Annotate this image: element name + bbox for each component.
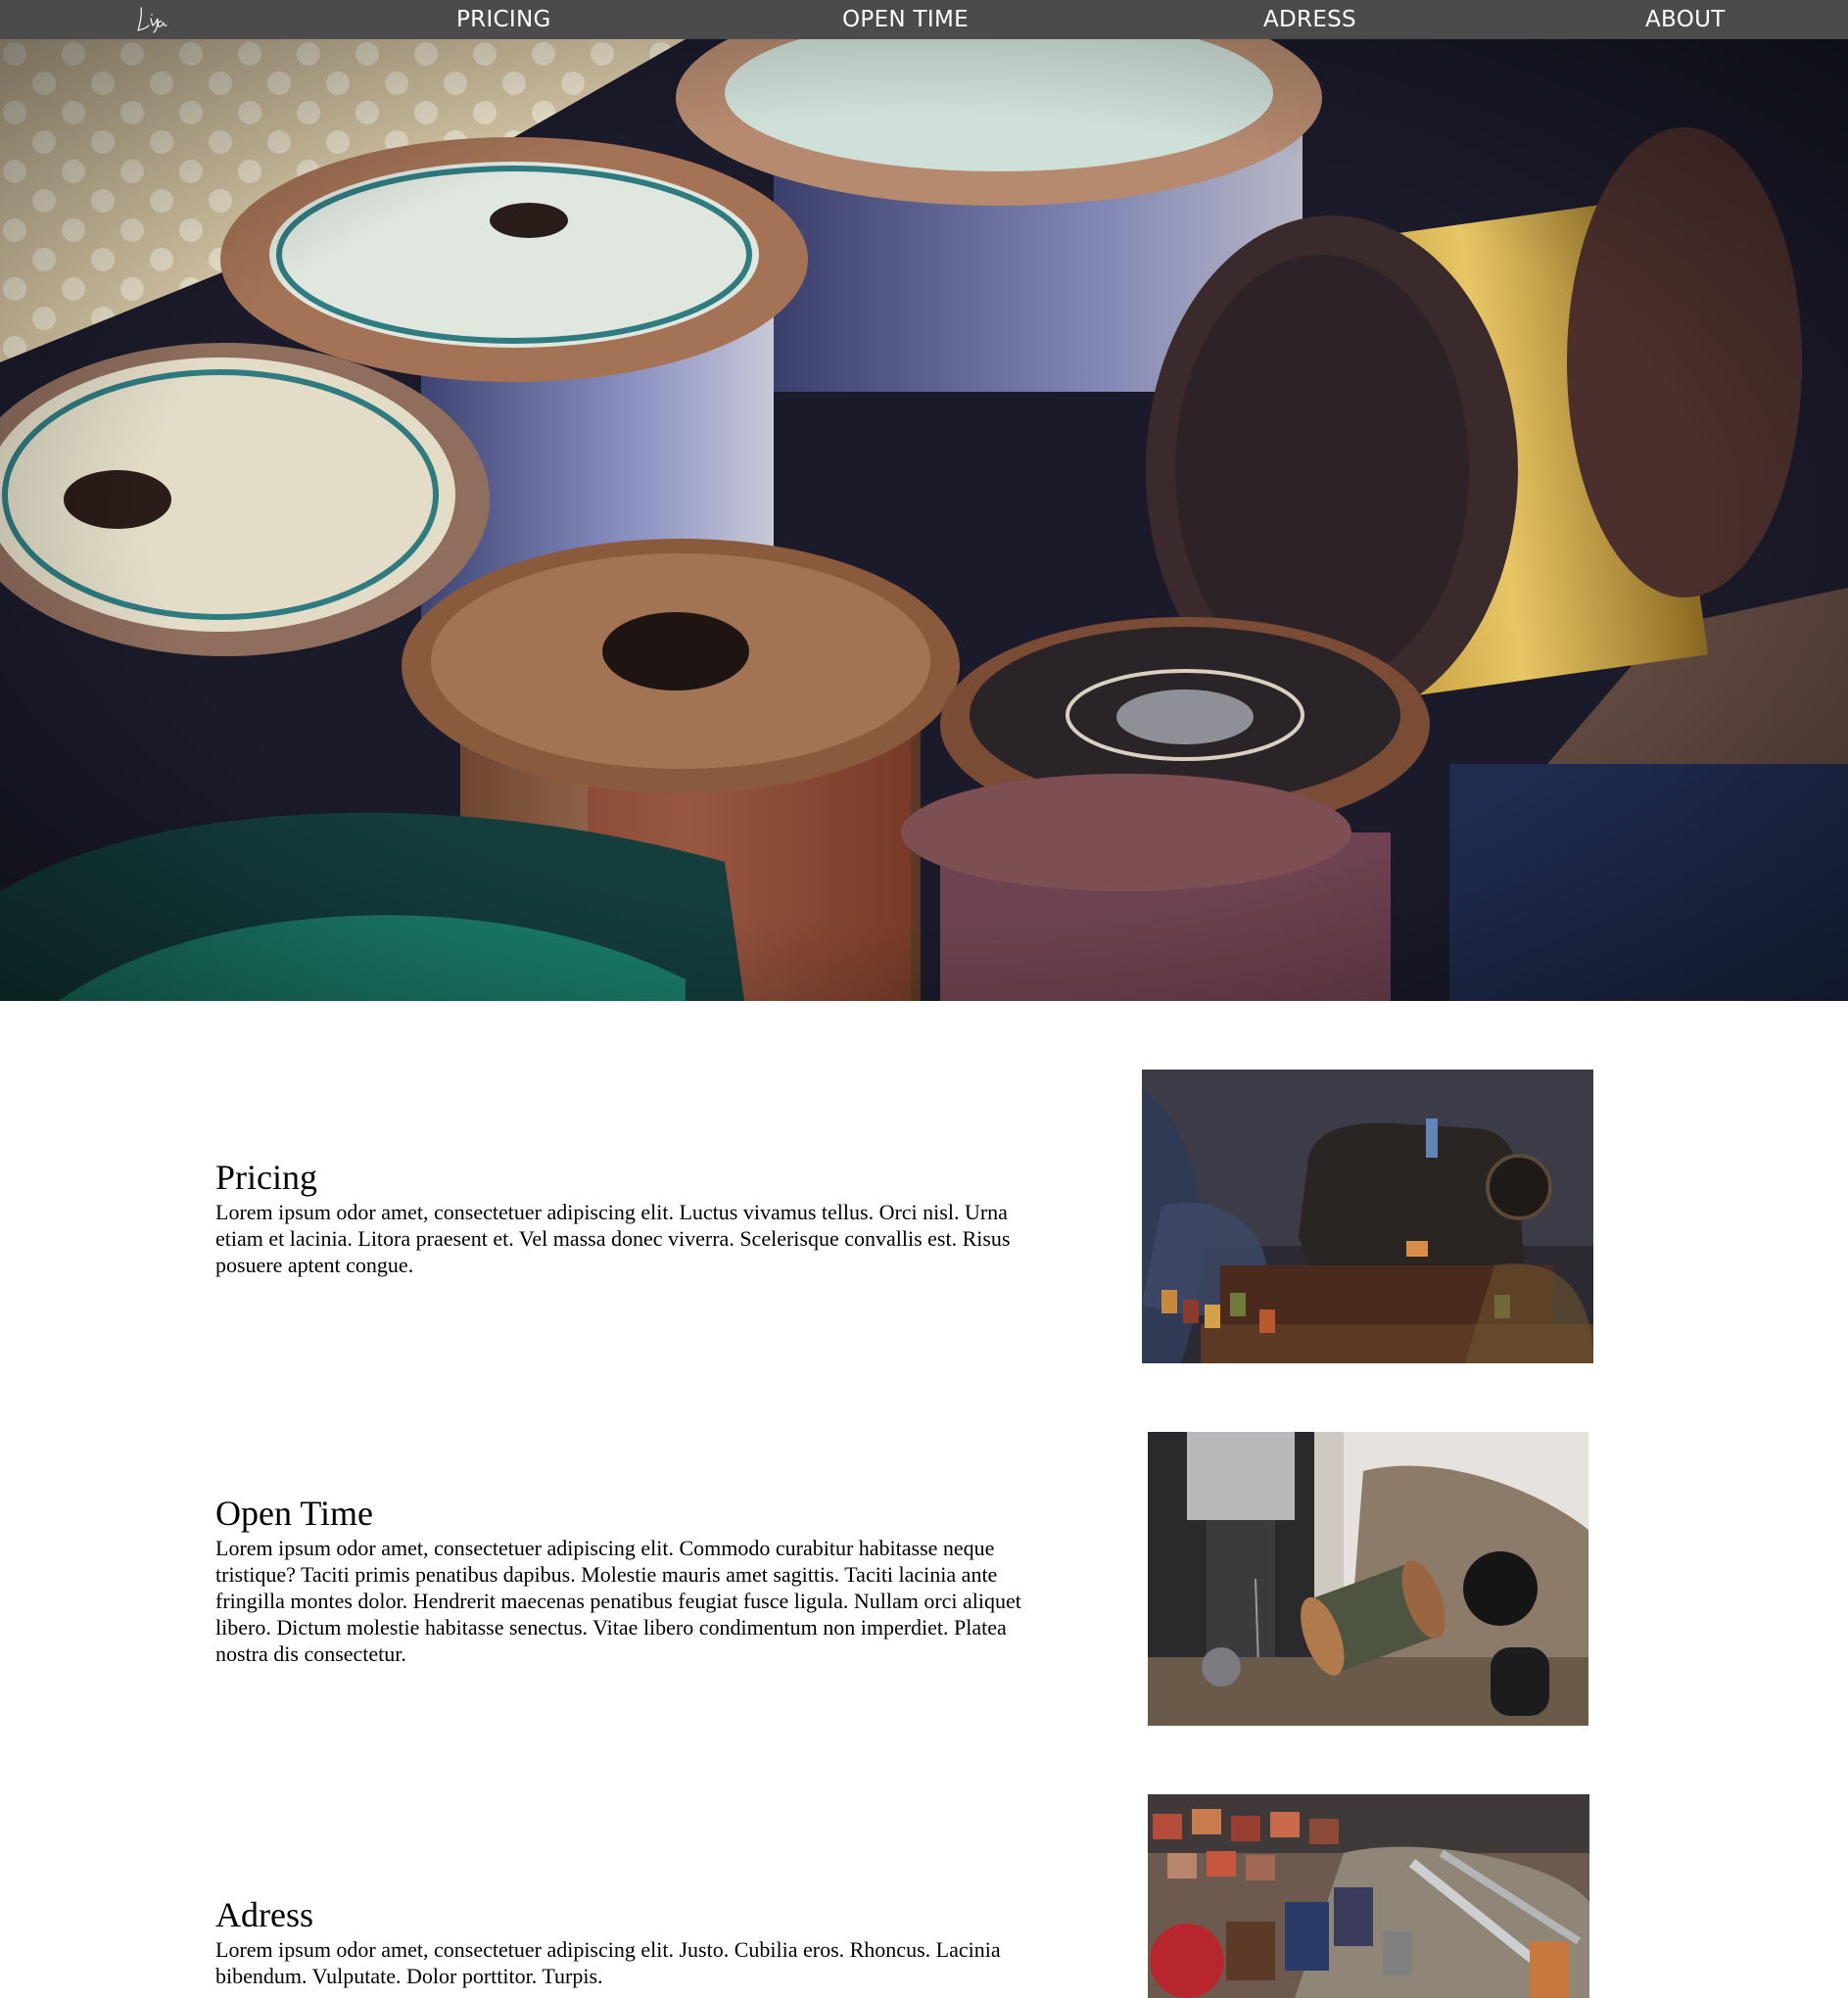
- nav-link-open-time[interactable]: OPEN TIME: [842, 0, 969, 39]
- brand-logo[interactable]: [135, 4, 174, 35]
- nav-link-pricing[interactable]: PRICING: [456, 0, 551, 39]
- sewing-needle-spool-photo: [1148, 1432, 1588, 1726]
- nav-link-about[interactable]: ABOUT: [1645, 0, 1726, 39]
- sewing-machine-photo: [1142, 1070, 1593, 1363]
- sewing-tools-photo: [1148, 1794, 1589, 1998]
- pricing-text: Lorem ipsum odor amet, consectetuer adip…: [215, 1200, 1011, 1277]
- pricing-heading: Pricing: [215, 1158, 317, 1197]
- top-nav: PRICING OPEN TIME ADRESS ABOUT: [0, 0, 1848, 39]
- open-time-text: Lorem ipsum odor amet, consectetuer adip…: [215, 1536, 1021, 1666]
- adress-text: Lorem ipsum odor amet, consectetuer adip…: [215, 1937, 1001, 1988]
- nav-link-adress[interactable]: ADRESS: [1263, 0, 1356, 39]
- hero-image: [0, 39, 1848, 1001]
- adress-heading: Adress: [215, 1895, 313, 1934]
- open-time-heading: Open Time: [215, 1494, 374, 1533]
